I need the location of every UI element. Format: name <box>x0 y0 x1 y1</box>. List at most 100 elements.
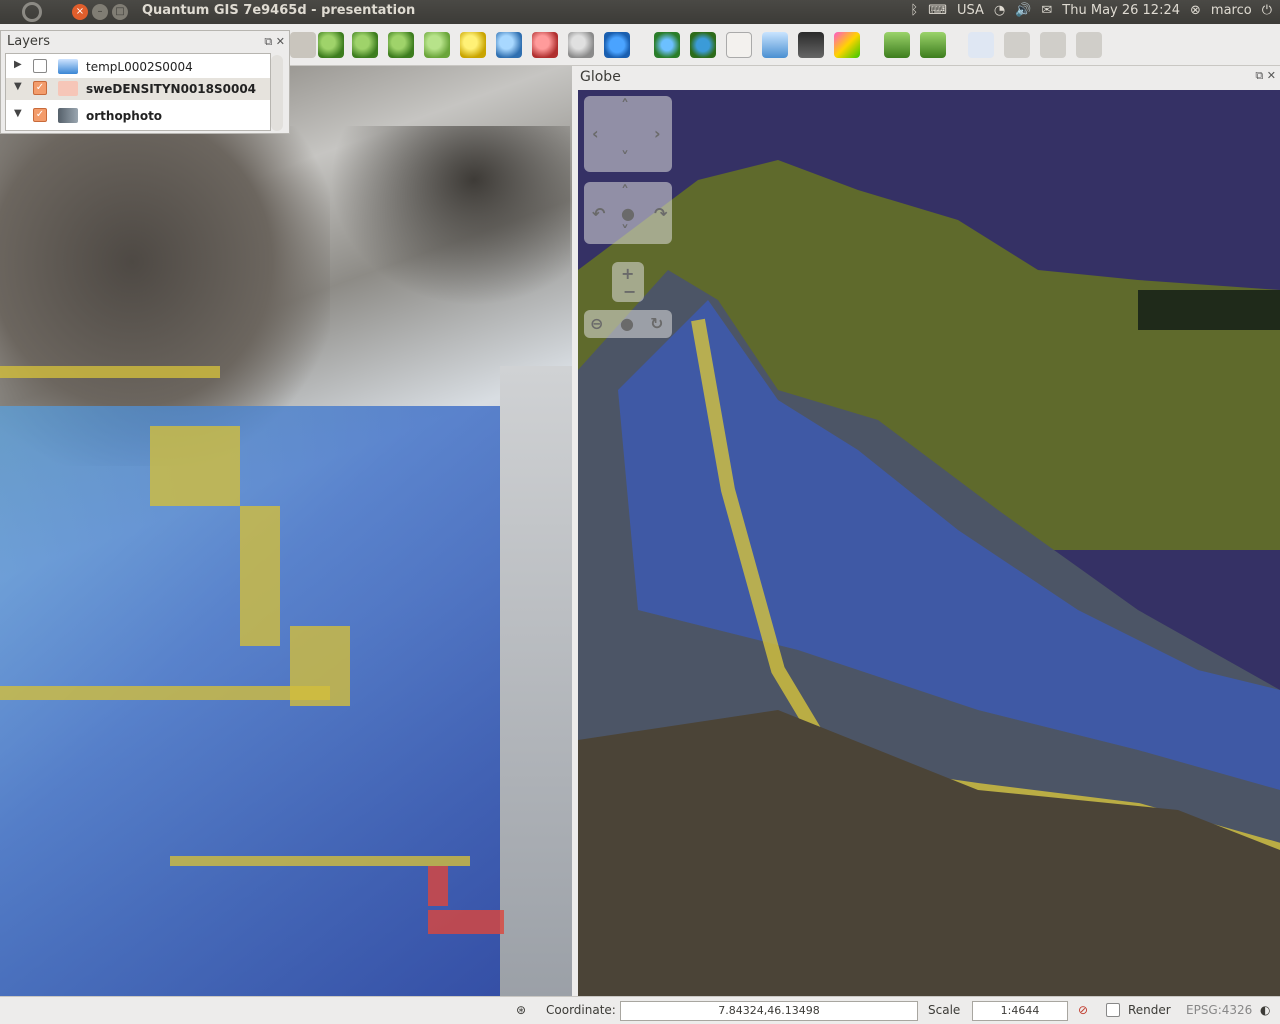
layer-visibility-checkbox[interactable]: ✓ <box>33 108 47 122</box>
folder-icon <box>58 59 78 74</box>
tool-a-icon[interactable] <box>884 32 910 58</box>
maximize-window-button[interactable]: □ <box>112 4 128 20</box>
reset-orbit-icon[interactable]: ● <box>621 204 635 223</box>
layer-label: tempL0002S0004 <box>86 60 193 74</box>
tilt-down-icon[interactable]: ˅ <box>621 222 629 241</box>
density-hotspot <box>428 910 504 934</box>
close-icon[interactable]: ✕ <box>276 35 285 48</box>
pan-icon[interactable] <box>290 32 316 58</box>
ubuntu-logo-icon[interactable] <box>22 2 42 22</box>
tilt-up-icon[interactable]: ˄ <box>621 182 629 201</box>
user-name[interactable]: marco <box>1211 3 1252 18</box>
coordinate-label: Coordinate: <box>546 1003 616 1017</box>
user-icon[interactable]: ⊗ <box>1190 3 1201 18</box>
keyboard-icon[interactable]: ⌨ <box>928 3 947 18</box>
coordinate-field[interactable]: 7.84324,46.13498 <box>620 1001 918 1021</box>
layers-panel-title: Layers <box>7 34 51 49</box>
system-tray: ᛒ ⌨ USA ◔ 🔊 ✉ Thu May 26 12:24 ⊗ marco ⏻ <box>910 3 1272 18</box>
pin-icon[interactable] <box>1004 32 1030 58</box>
layer-row[interactable]: ▼ ✓ orthophoto <box>6 105 270 127</box>
earth-icon[interactable] <box>690 32 716 58</box>
pan-right-icon[interactable]: › <box>654 124 661 143</box>
map-canvas[interactable] <box>0 66 572 996</box>
refresh-icon[interactable] <box>604 32 630 58</box>
home-icon[interactable]: ⊖ <box>590 314 603 333</box>
scale-label: Scale <box>928 1003 961 1017</box>
close-window-button[interactable]: × <box>72 4 88 20</box>
minimize-window-button[interactable]: – <box>92 4 108 20</box>
coordinate-capture-icon[interactable]: ⊛ <box>516 1003 526 1017</box>
globe-3d-view[interactable]: ˄ ‹ › ˅ ˄ ↶ ● ↷ ˅ + − ⊖ ● ↻ <box>578 90 1280 996</box>
zoom-full-icon[interactable] <box>388 32 414 58</box>
status-bar: ⊛ Coordinate: 7.84324,46.13498 Scale 1:4… <box>0 996 1280 1024</box>
globe-icon[interactable] <box>654 32 680 58</box>
crs-icon[interactable]: ◐ <box>1260 1003 1270 1017</box>
crs-status[interactable]: EPSG:4326 <box>1186 1003 1252 1017</box>
rotate-left-icon[interactable]: ↶ <box>592 204 605 223</box>
zoom-in-icon[interactable] <box>318 32 344 58</box>
zoom-out-icon[interactable] <box>352 32 378 58</box>
layer-label: orthophoto <box>86 109 163 123</box>
zoom-selection-icon[interactable] <box>460 32 486 58</box>
density-band <box>150 426 240 506</box>
pan-left-icon[interactable]: ‹ <box>592 124 599 143</box>
layers-scrollbar[interactable] <box>271 55 283 131</box>
magnifier-icon[interactable] <box>568 32 594 58</box>
layers-list: ▶ tempL0002S0004 ▼ ✓ sweDENSITYN0018S000… <box>5 53 271 131</box>
zoom-next-icon[interactable] <box>532 32 558 58</box>
map-terrain-snow <box>500 366 572 996</box>
float-icon[interactable]: ⧉ <box>1255 69 1263 82</box>
raster-layer-icon <box>58 108 78 123</box>
zoom-last-icon[interactable] <box>496 32 522 58</box>
collapse-icon[interactable]: ▼ <box>14 108 22 119</box>
clock[interactable]: Thu May 26 12:24 <box>1062 3 1180 18</box>
stop-render-icon[interactable]: ⊘ <box>1078 1003 1088 1017</box>
plugin-icon[interactable] <box>834 32 860 58</box>
scatter-icon[interactable] <box>726 32 752 58</box>
sync-icon[interactable]: ● <box>620 314 634 333</box>
pan-up-icon[interactable]: ˄ <box>621 96 629 115</box>
zoom-navigation-control[interactable]: + − <box>612 262 644 302</box>
scale-field[interactable]: 1:4644 <box>972 1001 1068 1021</box>
layers-panel-header: Layers ⧉ ✕ <box>1 31 289 53</box>
density-hotspot <box>428 866 448 906</box>
mail-icon[interactable]: ✉ <box>1041 3 1052 18</box>
pan-navigation-control[interactable]: ˄ ‹ › ˅ <box>584 96 672 172</box>
layer-visibility-checkbox[interactable] <box>33 59 47 73</box>
tool-b-icon[interactable] <box>920 32 946 58</box>
layer-label: sweDENSITYN0018S0004 <box>86 82 257 96</box>
layer-row[interactable]: ▼ ✓ sweDENSITYN0018S0004 <box>6 78 270 100</box>
pan-down-icon[interactable]: ˅ <box>621 148 629 167</box>
layer-visibility-checkbox[interactable]: ✓ <box>33 81 47 95</box>
keyboard-layout[interactable]: USA <box>957 3 984 18</box>
wrench-b-icon[interactable] <box>1076 32 1102 58</box>
zoom-in-nav-icon[interactable]: + <box>621 264 634 283</box>
globe-panel-title: Globe <box>580 69 621 85</box>
layers-icon[interactable] <box>798 32 824 58</box>
float-icon[interactable]: ⧉ <box>264 35 272 48</box>
snow-density-overlay <box>0 406 505 996</box>
label-icon[interactable] <box>968 32 994 58</box>
collapse-icon[interactable]: ▼ <box>14 81 22 92</box>
map-terrain-rock <box>330 126 570 306</box>
home-navigation-control[interactable]: ⊖ ● ↻ <box>584 310 672 338</box>
expand-icon[interactable]: ▶ <box>14 59 22 70</box>
globe-terrain-svg <box>578 160 1280 996</box>
bluetooth-icon[interactable]: ᛒ <box>910 3 918 18</box>
power-icon[interactable]: ⏻ <box>1262 3 1272 18</box>
dna-icon[interactable] <box>762 32 788 58</box>
render-checkbox[interactable] <box>1106 1003 1120 1017</box>
close-icon[interactable]: ✕ <box>1267 69 1276 82</box>
raster-layer-icon <box>58 81 78 96</box>
rotate-navigation-control[interactable]: ˄ ↶ ● ↷ ˅ <box>584 182 672 244</box>
refresh-view-icon[interactable]: ↻ <box>650 314 663 333</box>
zoom-out-nav-icon[interactable]: − <box>623 282 636 301</box>
layers-panel: Layers ⧉ ✕ ▶ tempL0002S0004 ▼ ✓ sweDENSI… <box>0 30 290 134</box>
layer-row[interactable]: ▶ tempL0002S0004 <box>6 56 270 78</box>
wifi-icon[interactable]: ◔ <box>994 3 1005 18</box>
volume-icon[interactable]: 🔊 <box>1015 3 1031 18</box>
zoom-layer-icon[interactable] <box>424 32 450 58</box>
rotate-right-icon[interactable]: ↷ <box>654 204 667 223</box>
wrench-a-icon[interactable] <box>1040 32 1066 58</box>
density-band <box>0 366 220 378</box>
